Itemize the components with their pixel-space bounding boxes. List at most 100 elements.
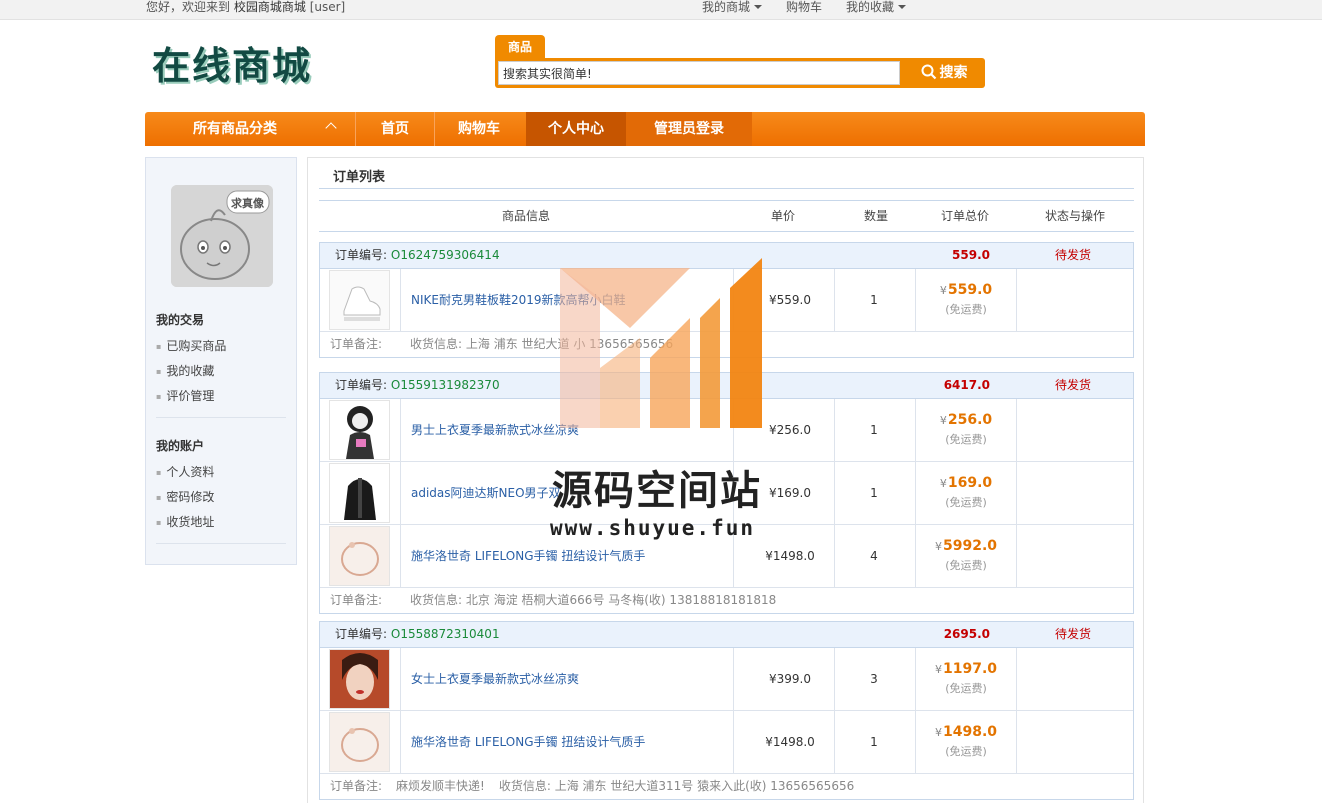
order-number-label: 订单编号: [335, 248, 388, 262]
product-name-link[interactable]: 女士上衣夏季最新款式冰丝凉爽 [411, 648, 579, 710]
top-bar: 您好，欢迎来到 校园商城商城 [user] 我的商城 购物车 我的收藏 [0, 0, 1322, 20]
order-number: 订单编号: O1558872310401 [335, 622, 500, 647]
currency-symbol: ¥ [939, 284, 947, 297]
order-remark: 订单备注: 收货信息: 北京 海淀 梧桐大道666号 马冬梅(收) 1381881… [320, 588, 1133, 613]
currency-symbol: ¥ [934, 726, 942, 739]
unit-price: ¥169.0 [769, 486, 811, 500]
welcome-text: 您好，欢迎来到 校园商城商城 [user] [146, 0, 345, 14]
order-header: 订单编号: O1624759306414 559.0 待发货 [320, 243, 1133, 269]
product-thumb-cell [320, 399, 401, 461]
sidebar-item-purchased[interactable]: 已购买商品 [156, 337, 226, 354]
table-row: 男士上衣夏季最新款式冰丝凉爽 ¥256.0 1 ¥256.0 (免运费) [320, 399, 1133, 462]
product-info-cell: 施华洛世奇 LIFELONG手镯 扭结设计气质手 [401, 711, 734, 773]
order-remark: 订单备注: 麻烦发顺丰快递! 收货信息: 上海 浦东 世纪大道311号 猿来入此(收… [320, 774, 1133, 799]
sidebar-item-password[interactable]: 密码修改 [156, 488, 214, 505]
username: [user] [309, 0, 346, 14]
item-subtotal: ¥256.0 (免运费) [916, 412, 1016, 447]
sidebar: 求真像 我的交易 已购买商品 我的收藏 评价管理 我的账户 个人资料 密码修改 … [145, 157, 297, 565]
product-name-link[interactable]: 施华洛世奇 LIFELONG手镯 扭结设计气质手 [411, 711, 645, 773]
order-header: 订单编号: O1558872310401 2695.0 待发货 [320, 622, 1133, 648]
col-header-total: 订单总价 [941, 209, 990, 223]
product-image[interactable] [329, 270, 390, 330]
subtotal-amount: 1197.0 [942, 661, 998, 677]
nav-item-personal-center[interactable]: 个人中心 [526, 112, 626, 146]
unit-price: ¥256.0 [769, 423, 811, 437]
sidebar-item-profile[interactable]: 个人资料 [156, 463, 214, 480]
sidebar-item-reviews[interactable]: 评价管理 [156, 387, 214, 404]
col-header-price: 单价 [771, 209, 796, 223]
shipping-note: (免运费) [945, 745, 987, 758]
sidebar-section-account: 我的账户 [156, 439, 205, 453]
product-info-cell: 女士上衣夏季最新款式冰丝凉爽 [401, 648, 734, 710]
product-name-link[interactable]: NIKE耐克男鞋板鞋2019新款高帮小白鞋 [411, 269, 626, 331]
product-name-link[interactable]: adidas阿迪达斯NEO男子双 [411, 462, 561, 524]
search-tab-products[interactable]: 商品 [495, 35, 545, 59]
product-image[interactable] [329, 463, 390, 523]
title-divider [319, 188, 1134, 189]
top-link-favorites[interactable]: 我的收藏 [846, 0, 907, 14]
shipping-note: (免运费) [945, 559, 987, 572]
product-image[interactable] [329, 400, 390, 460]
welcome-prefix: 您好，欢迎来到 [146, 0, 231, 14]
order-remark: 订单备注: 收货信息: 上海 浦东 世纪大道 小 13656565656 [320, 332, 1133, 357]
site-logo[interactable]: 在线商城 [152, 44, 312, 88]
search-input[interactable] [498, 61, 900, 85]
order-status[interactable]: 待发货 [1055, 243, 1091, 268]
product-thumb-cell [320, 462, 401, 524]
item-subtotal: ¥559.0 (免运费) [916, 282, 1016, 317]
search-icon [921, 64, 936, 80]
unit-price: ¥559.0 [769, 293, 811, 307]
order-total: 559.0 [952, 248, 990, 262]
order-number-value[interactable]: O1559131982370 [391, 378, 500, 392]
search-button[interactable]: 搜索 [907, 61, 981, 85]
order-total: 6417.0 [943, 378, 990, 392]
sidebar-divider [156, 417, 286, 418]
order-status[interactable]: 待发货 [1055, 622, 1091, 647]
order-block: 订单编号: O1624759306414 559.0 待发货 NIKE耐克男鞋板… [319, 242, 1134, 358]
product-image[interactable] [329, 712, 390, 772]
order-number-value[interactable]: O1624759306414 [391, 248, 500, 262]
sidebar-item-address[interactable]: 收货地址 [156, 513, 214, 530]
order-status[interactable]: 待发货 [1055, 373, 1091, 398]
page-title: 订单列表 [333, 170, 386, 185]
top-link-my-mall[interactable]: 我的商城 [702, 0, 763, 14]
order-block: 订单编号: O1558872310401 2695.0 待发货 女士上衣夏季最新… [319, 621, 1134, 800]
order-number: 订单编号: O1559131982370 [335, 373, 500, 398]
remark-label: 订单备注: [330, 337, 383, 351]
product-name-link[interactable]: 施华洛世奇 LIFELONG手镯 扭结设计气质手 [411, 525, 645, 587]
product-image[interactable] [329, 649, 390, 709]
avatar[interactable]: 求真像 [171, 185, 273, 287]
table-header: 商品信息 单价 数量 订单总价 状态与操作 [319, 200, 1134, 232]
quantity: 1 [870, 423, 878, 437]
order-number: 订单编号: O1624759306414 [335, 243, 500, 268]
item-subtotal: ¥1498.0 (免运费) [916, 724, 1016, 759]
remark-label: 订单备注: [330, 779, 383, 793]
nav-item-cart[interactable]: 购物车 [435, 112, 523, 146]
product-info-cell: 施华洛世奇 LIFELONG手镯 扭结设计气质手 [401, 525, 734, 587]
all-categories-menu[interactable]: 所有商品分类 [145, 112, 355, 146]
product-name-link[interactable]: 男士上衣夏季最新款式冰丝凉爽 [411, 399, 579, 461]
nav-item-home[interactable]: 首页 [356, 112, 434, 146]
nav-item-admin-login[interactable]: 管理员登录 [626, 112, 752, 146]
product-image[interactable] [329, 526, 390, 586]
sidebar-divider [156, 543, 286, 544]
order-header: 订单编号: O1559131982370 6417.0 待发货 [320, 373, 1133, 399]
search-box: 搜索 [495, 58, 985, 88]
top-link-label: 我的收藏 [846, 0, 895, 14]
sidebar-item-favorites[interactable]: 我的收藏 [156, 362, 214, 379]
col-header-status: 状态与操作 [1045, 209, 1106, 223]
table-row: 施华洛世奇 LIFELONG手镯 扭结设计气质手 ¥1498.0 4 ¥5992… [320, 525, 1133, 588]
subtotal-amount: 256.0 [947, 412, 993, 428]
top-link-label: 我的商城 [702, 0, 751, 14]
subtotal-amount: 5992.0 [942, 538, 998, 554]
shipping-address: 收货信息: 上海 浦东 世纪大道311号 猿来入此(收) 13656565656 [498, 779, 855, 793]
order-block: 订单编号: O1559131982370 6417.0 待发货 男士上衣夏季最新… [319, 372, 1134, 614]
order-number-value[interactable]: O1558872310401 [391, 627, 500, 641]
shipping-note: (免运费) [945, 303, 987, 316]
remark-label: 订单备注: [330, 593, 383, 607]
top-link-cart[interactable]: 购物车 [786, 0, 822, 14]
quantity: 1 [870, 293, 878, 307]
chevron-up-icon [325, 122, 337, 134]
product-thumb-cell [320, 269, 401, 331]
product-thumb-cell [320, 711, 401, 773]
